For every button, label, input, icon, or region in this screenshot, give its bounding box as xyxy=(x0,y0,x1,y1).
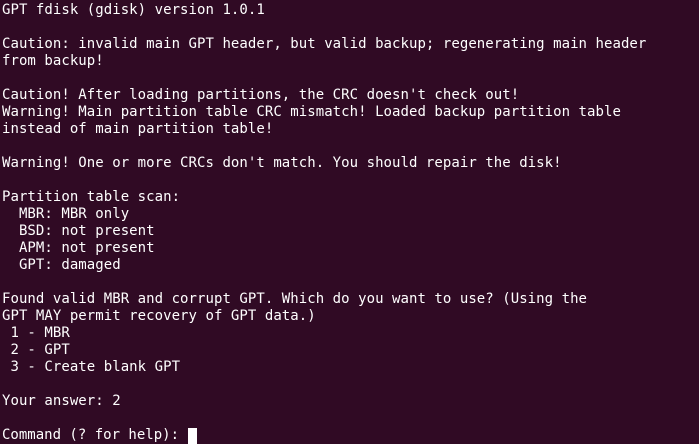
output-line-blank xyxy=(2,376,699,393)
output-line-blank xyxy=(2,274,699,291)
output-line-scan-gpt: GPT: damaged xyxy=(2,257,121,273)
output-line-option-gpt: 2 - GPT xyxy=(2,342,70,358)
output-line-blank xyxy=(2,172,699,189)
output-line-scan-mbr: MBR: MBR only xyxy=(2,206,130,222)
output-line-blank xyxy=(2,70,699,87)
output-line-blank xyxy=(2,410,699,427)
output-line-caution-crc: Caution! After loading partitions, the C… xyxy=(2,87,520,103)
terminal-window[interactable]: GPT fdisk (gdisk) version 1.0.1 Caution:… xyxy=(0,0,699,444)
output-line-scan-heading: Partition table scan: xyxy=(2,189,181,205)
output-line-caution-header-cont: from backup! xyxy=(2,53,104,69)
output-line-scan-apm: APM: not present xyxy=(2,240,155,256)
output-line-caution-header: Caution: invalid main GPT header, but va… xyxy=(2,36,647,52)
output-line-scan-bsd: BSD: not present xyxy=(2,223,155,239)
output-line-warning-crc-mismatch-cont: instead of main partition table! xyxy=(2,121,274,137)
output-line-option-blank-gpt: 3 - Create blank GPT xyxy=(2,359,181,375)
output-line-warning-repair: Warning! One or more CRCs don't match. Y… xyxy=(2,155,562,171)
output-line-warning-crc-mismatch: Warning! Main partition table CRC mismat… xyxy=(2,104,621,120)
output-line-blank xyxy=(2,19,699,36)
output-line-option-mbr: 1 - MBR xyxy=(2,325,70,341)
command-prompt[interactable]: Command (? for help): xyxy=(2,427,699,444)
output-line-question: Found valid MBR and corrupt GPT. Which d… xyxy=(2,291,588,307)
output-line-answer: Your answer: 2 xyxy=(2,393,121,409)
output-line-blank xyxy=(2,138,699,155)
text-cursor[interactable] xyxy=(188,427,198,444)
output-line-question-cont: GPT MAY permit recovery of GPT data.) xyxy=(2,308,316,324)
prompt-text: Command (? for help): xyxy=(2,427,188,443)
output-line-version: GPT fdisk (gdisk) version 1.0.1 xyxy=(2,2,265,18)
